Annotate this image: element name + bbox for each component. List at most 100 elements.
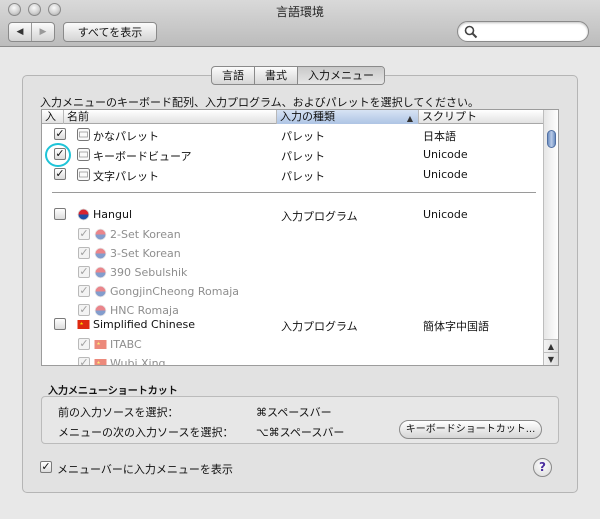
row-checkbox[interactable]: ✓	[78, 285, 90, 297]
table-row[interactable]: ✓ 390 Sebulshik	[42, 263, 544, 283]
show-input-menu-checkbox[interactable]: ✓	[40, 461, 52, 473]
window-title: 言語環境	[275, 5, 324, 19]
china-flag-icon: ★	[94, 359, 107, 366]
china-flag-icon: ★	[77, 320, 90, 329]
table-row[interactable]: ✓ かなパレット パレット 日本語	[42, 125, 544, 145]
checkmark-icon: ✓	[79, 337, 89, 350]
column-header-script[interactable]: スクリプト	[419, 110, 544, 124]
row-name: 3-Set Korean	[110, 247, 181, 260]
table-header: 入 名前 入力の種類 ▲ スクリプト	[42, 110, 544, 124]
row-input-type: パレット	[281, 170, 325, 183]
row-checkbox[interactable]: ✓	[54, 168, 66, 180]
shortcuts-title: 入力メニューショートカット	[48, 386, 178, 397]
row-name: 文字パレット	[93, 170, 159, 183]
kana-palette-icon	[77, 128, 90, 141]
next-source-label: メニューの次の入力ソースを選択：	[58, 426, 234, 439]
row-name: 2-Set Korean	[110, 228, 181, 241]
table-row[interactable]: ✓ ★ ITABC	[42, 335, 544, 355]
vertical-scrollbar[interactable]: ▲ ▼	[543, 110, 558, 365]
tab-input-menu[interactable]: 入力メニュー	[297, 67, 384, 84]
row-name: かなパレット	[93, 130, 159, 143]
row-script: 日本語	[423, 130, 456, 143]
scroll-up-arrow[interactable]: ▲	[544, 339, 558, 352]
table-row[interactable]: ★ Simplified Chinese 入力プログラム 簡体字中国語	[42, 315, 544, 335]
row-checkbox[interactable]: ✓	[54, 128, 66, 140]
keyboard-shortcuts-button[interactable]: キーボードショートカット...	[399, 420, 542, 439]
column-header-type[interactable]: 入力の種類 ▲	[277, 110, 419, 124]
column-header-name[interactable]: 名前	[64, 110, 277, 124]
row-checkbox[interactable]: ✓	[78, 228, 90, 240]
character-palette-icon	[77, 168, 90, 181]
row-checkbox[interactable]: ✓	[78, 247, 90, 259]
title-bar: 言語環境 ◀ ▶ すべてを表示	[0, 0, 600, 47]
checkmark-icon: ✓	[79, 265, 89, 278]
section-separator	[52, 192, 536, 193]
help-button[interactable]: ?	[533, 458, 552, 477]
korea-flag-icon	[94, 228, 107, 241]
row-script: Unicode	[423, 208, 468, 221]
korea-flag-icon	[94, 285, 107, 298]
prev-source-label: 前の入力ソースを選択：	[58, 406, 179, 419]
keyboard-viewer-icon	[77, 148, 90, 161]
prev-source-shortcut[interactable]: ⌘スペースバー	[256, 404, 332, 420]
row-name: GongjinCheong Romaja	[110, 285, 240, 298]
row-checkbox[interactable]: ✓	[78, 266, 90, 278]
table-row[interactable]: ✓ 3-Set Korean	[42, 244, 544, 264]
forward-button[interactable]: ▶	[31, 23, 54, 41]
scroll-thumb[interactable]	[547, 130, 556, 148]
preferences-window: 言語環境 ◀ ▶ すべてを表示 言語 書式 入力メニュー 入力メニューのキーボー…	[0, 0, 600, 519]
row-script: Unicode	[423, 168, 468, 181]
row-input-type: パレット	[281, 130, 325, 143]
row-input-type: 入力プログラム	[281, 320, 358, 333]
row-script: Unicode	[423, 148, 468, 161]
checkmark-icon: ✓	[55, 127, 65, 140]
row-checkbox[interactable]: ✓	[78, 338, 90, 350]
search-icon	[464, 25, 478, 39]
row-script: 簡体字中国語	[423, 320, 489, 333]
column-header-enabled[interactable]: 入	[42, 110, 64, 124]
tab-language[interactable]: 言語	[212, 67, 254, 84]
table-row[interactable]: ✓ ★ Wubi Xing	[42, 354, 544, 366]
show-all-button[interactable]: すべてを表示	[63, 22, 157, 42]
checkmark-icon: ✓	[41, 460, 51, 473]
china-flag-icon: ★	[94, 340, 107, 349]
table-row[interactable]: ✓ キーボードビューア パレット Unicode	[42, 145, 544, 165]
checkmark-icon: ✓	[79, 356, 89, 366]
sort-ascending-icon: ▲	[406, 114, 413, 123]
checkmark-icon: ✓	[79, 246, 89, 259]
back-forward-control: ◀ ▶	[8, 22, 55, 42]
table-row[interactable]: ✓ 2-Set Korean	[42, 225, 544, 245]
svg-text:★: ★	[97, 341, 101, 347]
row-name: Wubi Xing	[110, 357, 166, 366]
korea-flag-icon	[94, 247, 107, 260]
row-name: キーボードビューア	[93, 150, 192, 163]
table-row[interactable]: Hangul 入力プログラム Unicode	[42, 205, 544, 225]
row-name: 390 Sebulshik	[110, 266, 188, 279]
korea-flag-icon	[94, 266, 107, 279]
row-checkbox[interactable]: ✓	[78, 356, 90, 366]
row-input-type: 入力プログラム	[281, 210, 358, 223]
table-row[interactable]: ✓ 文字パレット パレット Unicode	[42, 165, 544, 185]
tab-bar: 言語 書式 入力メニュー	[211, 66, 385, 85]
row-name: Hangul	[93, 208, 132, 221]
checkmark-icon: ✓	[79, 227, 89, 240]
highlight-circle	[45, 143, 71, 167]
table-row[interactable]: ✓ GongjinCheong Romaja	[42, 282, 544, 302]
svg-text:★: ★	[97, 360, 101, 366]
svg-text:★: ★	[80, 321, 84, 327]
tab-formats[interactable]: 書式	[254, 67, 297, 84]
checkmark-icon: ✓	[55, 167, 65, 180]
row-checkbox[interactable]	[54, 318, 66, 330]
search-field[interactable]	[457, 21, 589, 42]
row-name: Simplified Chinese	[93, 318, 195, 331]
instruction-text: 入力メニューのキーボード配列、入力プログラム、およびパレットを選択してください。	[40, 96, 480, 109]
back-button[interactable]: ◀	[9, 23, 31, 41]
next-source-shortcut[interactable]: ⌥⌘スペースバー	[256, 424, 344, 440]
scroll-down-arrow[interactable]: ▼	[544, 352, 558, 365]
checkmark-icon: ✓	[79, 284, 89, 297]
show-input-menu-label: メニューバーに入力メニューを表示	[57, 463, 233, 476]
column-header-type-label: 入力の種類	[280, 110, 335, 123]
korea-flag-icon	[77, 208, 90, 221]
row-checkbox[interactable]	[54, 208, 66, 220]
row-input-type: パレット	[281, 150, 325, 163]
